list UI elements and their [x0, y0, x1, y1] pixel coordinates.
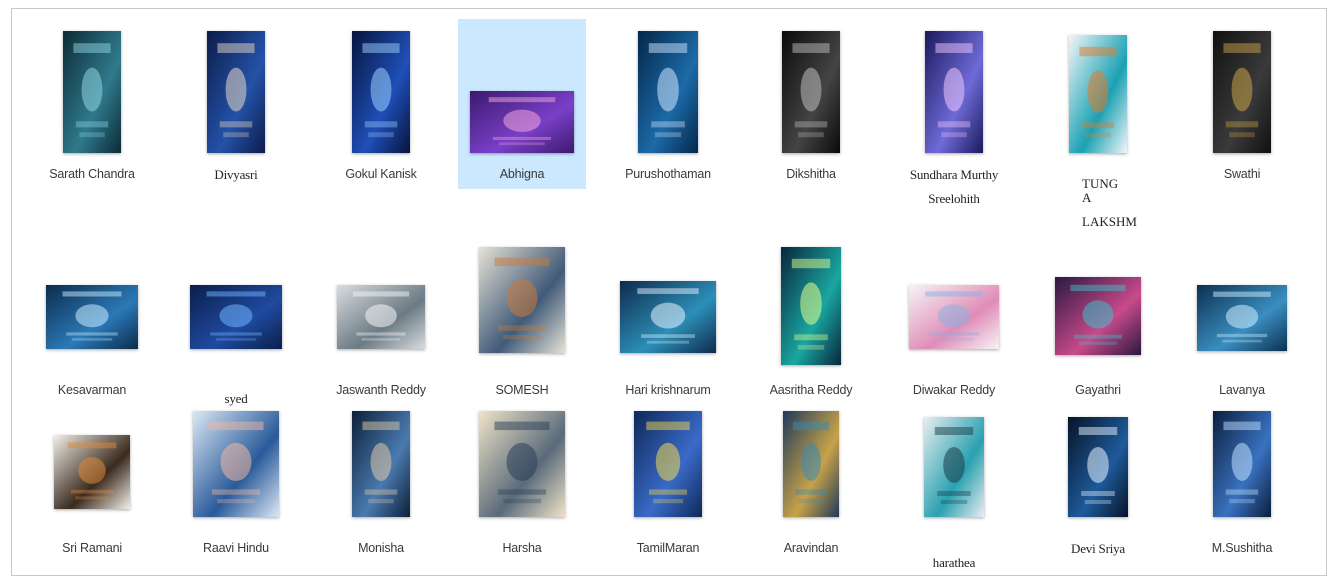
image-thumbnail-icon: [190, 285, 282, 349]
file-item[interactable]: Devi Sriya: [1034, 411, 1162, 561]
file-item[interactable]: Diwakar Reddy: [890, 247, 1018, 397]
image-thumbnail-icon: [337, 285, 425, 349]
image-thumbnail-icon: [1068, 417, 1128, 517]
image-thumbnail-icon: [207, 31, 265, 153]
image-thumbnail-icon: [54, 435, 130, 509]
file-name: Harsha: [502, 541, 542, 555]
image-thumbnail-icon: [783, 411, 839, 517]
file-item[interactable]: Swathi: [1178, 19, 1306, 189]
image-thumbnail-icon: [1213, 411, 1271, 517]
file-item[interactable]: Gayathri: [1034, 247, 1162, 397]
file-name: TamilMaran: [636, 541, 700, 555]
image-thumbnail-icon: [479, 247, 565, 353]
file-name: M.Sushitha: [1211, 541, 1273, 555]
file-item[interactable]: TamilMaran: [604, 411, 732, 561]
file-item[interactable]: Harsha: [458, 411, 586, 561]
file-item[interactable]: Gokul Kanisk: [317, 19, 445, 189]
image-thumbnail-icon: [470, 91, 574, 153]
file-item[interactable]: Aasritha Reddy: [747, 247, 875, 397]
file-name: syed: [224, 391, 248, 406]
file-name: Aasritha Reddy: [769, 383, 853, 397]
file-name: Jaswanth Reddy: [336, 383, 426, 397]
file-name-line: A: [1082, 190, 1092, 205]
image-thumbnail-icon: [634, 411, 702, 517]
file-name: Kesavarman: [57, 383, 127, 397]
image-thumbnail-icon: [352, 31, 410, 153]
image-thumbnail-icon: [46, 285, 138, 349]
image-thumbnail-icon: [620, 281, 716, 353]
image-thumbnail-icon: [782, 31, 840, 153]
image-thumbnail-icon: [479, 411, 565, 517]
file-name-line: LAKSHM: [1082, 214, 1137, 229]
file-item[interactable]: Monisha: [317, 411, 445, 561]
file-name: Gokul Kanisk: [345, 167, 417, 181]
image-thumbnail-icon: [925, 31, 983, 153]
file-item[interactable]: Sarath Chandra: [28, 19, 156, 189]
image-thumbnail-icon: [352, 411, 410, 517]
file-name: Diwakar Reddy: [912, 383, 996, 397]
file-item[interactable]: Jaswanth Reddy: [317, 247, 445, 397]
file-item[interactable]: Raavi Hindu: [172, 411, 300, 561]
file-name: Purushothaman: [625, 167, 711, 181]
file-item[interactable]: Sundhara Murthy Sreelohith: [890, 19, 1018, 206]
file-name: Devi Sriya: [1071, 541, 1125, 556]
file-item[interactable]: Kesavarman: [28, 247, 156, 397]
file-item[interactable]: SOMESH: [458, 247, 586, 397]
file-name: Swathi: [1223, 167, 1261, 181]
file-item[interactable]: Purushothaman: [604, 19, 732, 189]
file-name: Hari krishnarum: [625, 383, 711, 397]
image-thumbnail-icon: [1213, 31, 1271, 153]
file-name: Dikshitha: [786, 167, 836, 181]
image-thumbnail-icon: [909, 285, 999, 349]
image-thumbnail-icon: [1055, 277, 1141, 355]
image-thumbnail-icon: [781, 247, 841, 365]
file-item[interactable]: TUNG A LAKSHM: [1034, 19, 1162, 229]
file-name: Aravindan: [783, 541, 839, 555]
file-name: harathea: [932, 555, 976, 570]
file-item[interactable]: syed: [172, 247, 300, 406]
file-item[interactable]: Lavanya: [1178, 247, 1306, 397]
image-thumbnail-icon: [638, 31, 698, 153]
file-item[interactable]: Aravindan: [747, 411, 875, 561]
file-item[interactable]: Hari krishnarum: [604, 247, 732, 397]
file-item[interactable]: Sri Ramani: [28, 411, 156, 561]
file-item[interactable]: Divyasri: [172, 19, 300, 189]
image-thumbnail-icon: [193, 411, 279, 517]
file-name: SOMESH: [495, 383, 549, 397]
file-name: Gayathri: [1075, 383, 1121, 397]
image-thumbnail-icon: [1069, 35, 1127, 153]
file-name: Sri Ramani: [62, 541, 122, 555]
file-name: Monisha: [358, 541, 404, 555]
image-thumbnail-icon: [1197, 285, 1287, 351]
image-thumbnail-icon: [924, 417, 984, 517]
file-name: Lavanya: [1219, 383, 1265, 397]
file-grid: Sarath Chandra Divyasri Gokul Kanisk Abhign…: [11, 8, 1327, 576]
image-thumbnail-icon: [63, 31, 121, 153]
file-item[interactable]: M.Sushitha: [1178, 411, 1306, 561]
file-item[interactable]: Dikshitha: [747, 19, 875, 189]
file-item[interactable]: harathea: [890, 411, 1018, 570]
file-name: Raavi Hindu: [203, 541, 269, 555]
file-name-line2: Sreelohith: [928, 191, 980, 206]
file-name: Sundhara Murthy: [909, 167, 999, 182]
file-name: Sarath Chandra: [49, 167, 135, 181]
file-name: Abhigna: [499, 167, 545, 181]
file-item[interactable]: Abhigna: [458, 19, 586, 189]
file-name: Divyasri: [214, 167, 258, 182]
